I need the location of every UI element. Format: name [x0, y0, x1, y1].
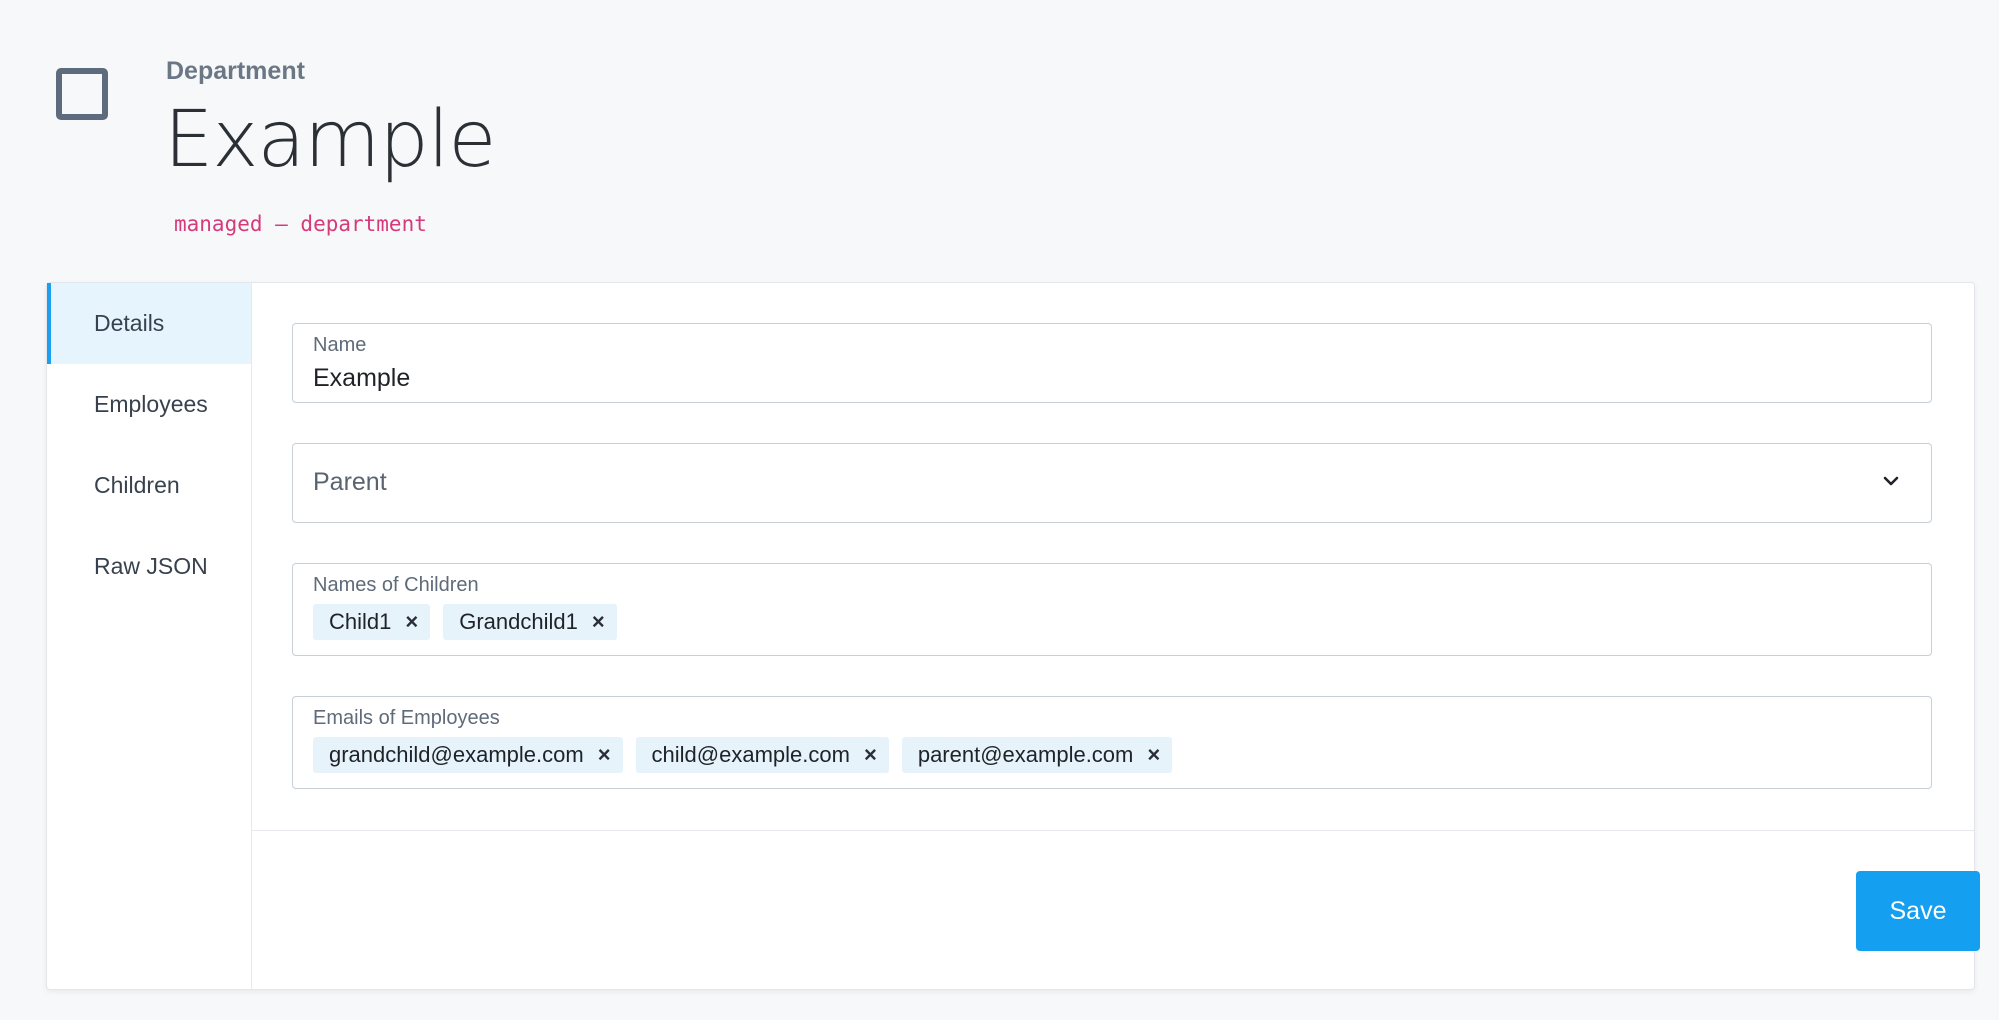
- remove-icon[interactable]: ×: [864, 744, 877, 766]
- page-header: Department Example managed – department: [0, 0, 1999, 282]
- remove-icon[interactable]: ×: [592, 611, 605, 633]
- children-names-label: Names of Children: [313, 574, 479, 596]
- page-eyebrow: Department: [166, 57, 305, 85]
- employee-emails-label: Emails of Employees: [313, 707, 500, 729]
- name-input[interactable]: Example: [313, 364, 410, 393]
- children-chip-list: Child1 × Grandchild1 ×: [313, 604, 617, 640]
- chip-child-email: child@example.com ×: [635, 737, 889, 773]
- parent-select[interactable]: Parent: [292, 443, 1932, 523]
- save-button[interactable]: Save: [1856, 871, 1980, 951]
- chip-label: grandchild@example.com: [329, 742, 584, 767]
- details-panel: Name Example Parent Names of Children Ch…: [252, 283, 1980, 989]
- chip-grandchild-email: grandchild@example.com ×: [313, 737, 623, 773]
- chip-grandchild1: Grandchild1 ×: [443, 604, 617, 640]
- chip-label: parent@example.com: [917, 742, 1134, 767]
- chip-label: child@example.com: [651, 742, 850, 767]
- page-tag: managed – department: [174, 212, 427, 236]
- chevron-down-icon[interactable]: [1881, 471, 1901, 491]
- sidebar-item-details[interactable]: Details: [47, 283, 251, 364]
- name-label: Name: [313, 334, 367, 356]
- remove-icon[interactable]: ×: [598, 744, 611, 766]
- sidebar-item-raw-json[interactable]: Raw JSON: [47, 526, 251, 607]
- chip-label: Grandchild1: [459, 609, 578, 634]
- parent-placeholder: Parent: [313, 468, 387, 496]
- chip-label: Child1: [329, 609, 392, 634]
- sidebar-item-employees[interactable]: Employees: [47, 364, 251, 445]
- square-icon: [56, 68, 108, 120]
- form-divider: [252, 830, 1974, 831]
- remove-icon[interactable]: ×: [1147, 744, 1160, 766]
- remove-icon[interactable]: ×: [405, 611, 418, 633]
- employee-emails-field[interactable]: Emails of Employees grandchild@example.c…: [292, 696, 1932, 789]
- department-card: Details Employees Children Raw JSON Name…: [46, 282, 1980, 990]
- page-title: Example: [164, 95, 496, 185]
- employee-chip-list: grandchild@example.com × child@example.c…: [313, 737, 1173, 773]
- sidebar-item-children[interactable]: Children: [47, 445, 251, 526]
- children-names-field[interactable]: Names of Children Child1 × Grandchild1 ×: [292, 563, 1932, 656]
- chip-child1: Child1 ×: [313, 604, 431, 640]
- name-field[interactable]: Name Example: [292, 323, 1932, 403]
- chip-parent-email: parent@example.com ×: [901, 737, 1173, 773]
- sidebar-nav: Details Employees Children Raw JSON: [47, 283, 252, 989]
